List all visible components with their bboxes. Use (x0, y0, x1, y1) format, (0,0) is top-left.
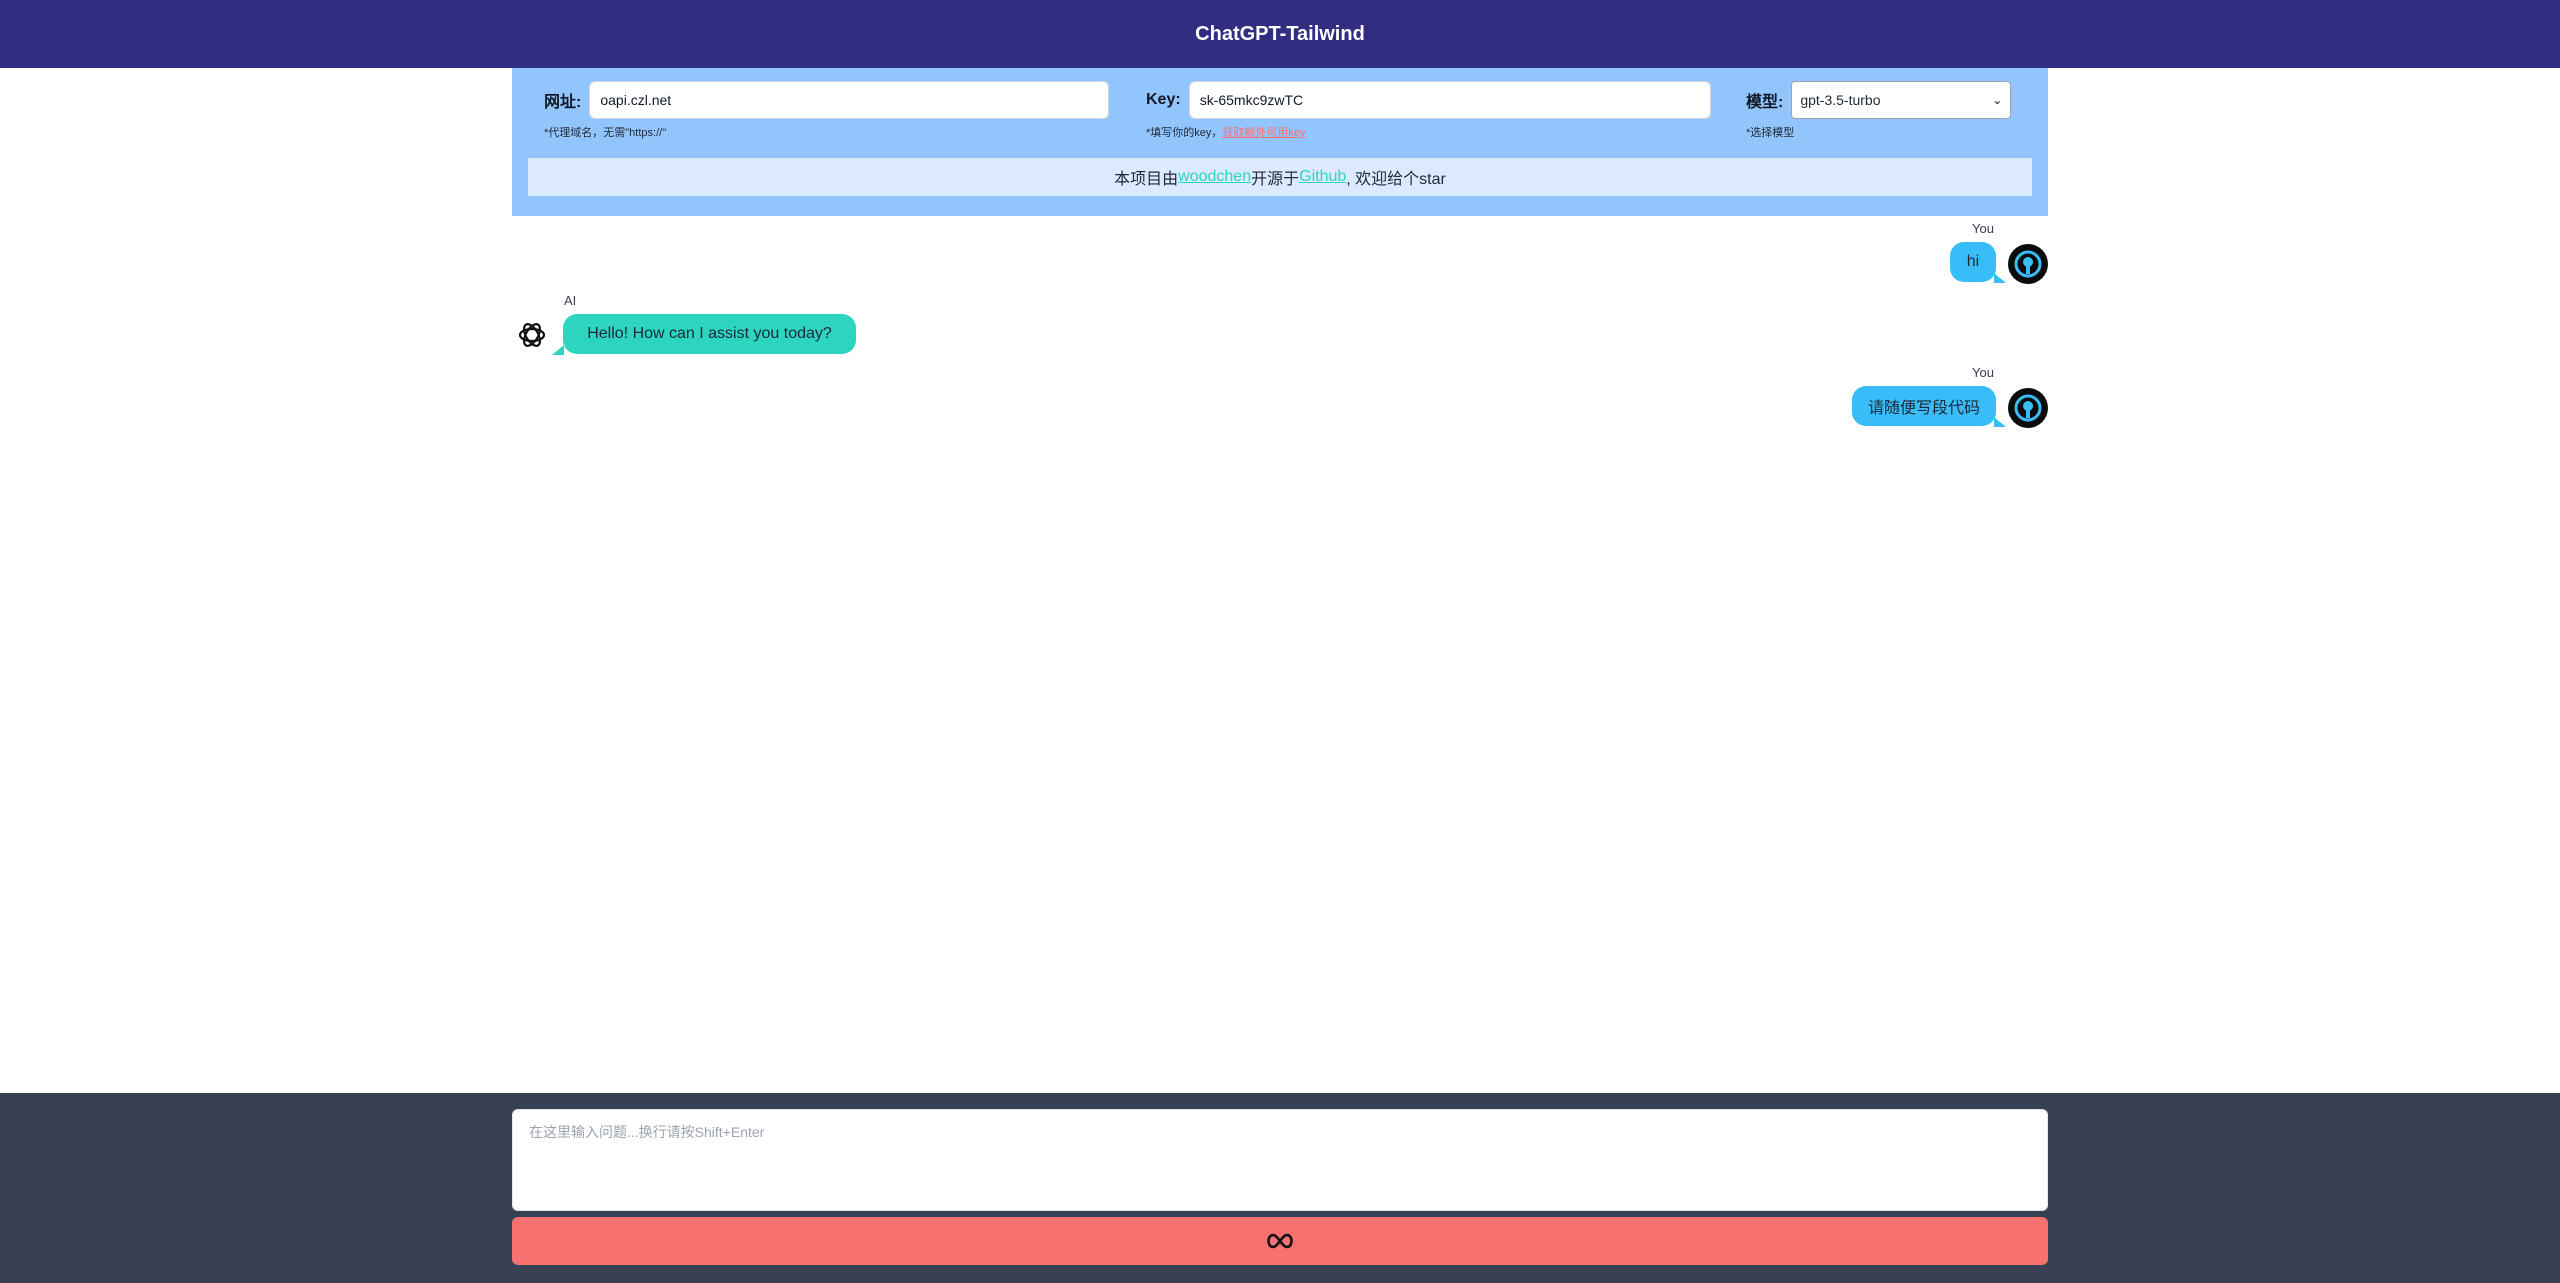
user-avatar-icon (2008, 388, 2048, 428)
url-label: 网址: (544, 94, 582, 111)
bubble-tail (552, 345, 564, 355)
bubble-tail (1994, 273, 2006, 283)
chevron-down-icon: ⌄ (1992, 93, 2003, 107)
model-label: 模型: (1746, 94, 1784, 111)
model-select[interactable]: gpt-3.5-turbo ⌄ (1791, 81, 2012, 119)
author-link[interactable]: woodchen (1178, 168, 1251, 186)
openai-logo-icon (518, 323, 546, 347)
composer-footer (0, 1093, 2560, 1283)
model-select-value: gpt-3.5-turbo (1800, 92, 1881, 108)
github-link[interactable]: Github (1299, 168, 1346, 186)
bubble-tail (1994, 417, 2006, 427)
app-title: ChatGPT-Tailwind (1195, 22, 1365, 45)
key-field-group: Key: (1146, 81, 1711, 119)
notice-suffix: , 欢迎给个star (1346, 171, 1446, 188)
project-notice: 本项目由 woodchen 开源于 Github, 欢迎给个star (528, 158, 2032, 196)
key-hint-text: *填写你的key， (1146, 127, 1223, 139)
key-hint: *填写你的key，获取额外可用key (1146, 124, 1306, 140)
user-message-bubble: 请随便写段代码 (1852, 386, 1996, 426)
key-label: Key: (1146, 91, 1181, 108)
notice-prefix: 本项目由 (1114, 171, 1179, 188)
message-sender: You (1972, 365, 1994, 380)
model-field-group: 模型: gpt-3.5-turbo ⌄ (1746, 81, 2012, 119)
url-field-group: 网址: (544, 81, 1110, 119)
prompt-input[interactable] (512, 1109, 2048, 1211)
send-button[interactable] (512, 1217, 2048, 1265)
message-sender: You (1972, 221, 1994, 236)
notice-middle: 开源于 (1251, 171, 1300, 188)
get-key-link[interactable]: 获取额外可用key (1222, 127, 1305, 139)
url-input[interactable] (589, 81, 1110, 119)
config-panel: 网址: *代理域名，无需"https://" Key: *填写你的key，获取额… (512, 68, 2048, 216)
key-input[interactable] (1188, 81, 1711, 119)
infinity-send-icon (1267, 1233, 1293, 1249)
user-avatar-icon (2008, 244, 2048, 284)
message-sender: AI (564, 293, 577, 308)
user-message-bubble: hi (1950, 242, 1996, 282)
app-header: ChatGPT-Tailwind (0, 0, 2560, 68)
model-hint: *选择模型 (1746, 127, 1795, 139)
ai-message-bubble: Hello! How can I assist you today? (563, 314, 856, 354)
url-hint: *代理域名，无需"https://" (544, 127, 667, 139)
